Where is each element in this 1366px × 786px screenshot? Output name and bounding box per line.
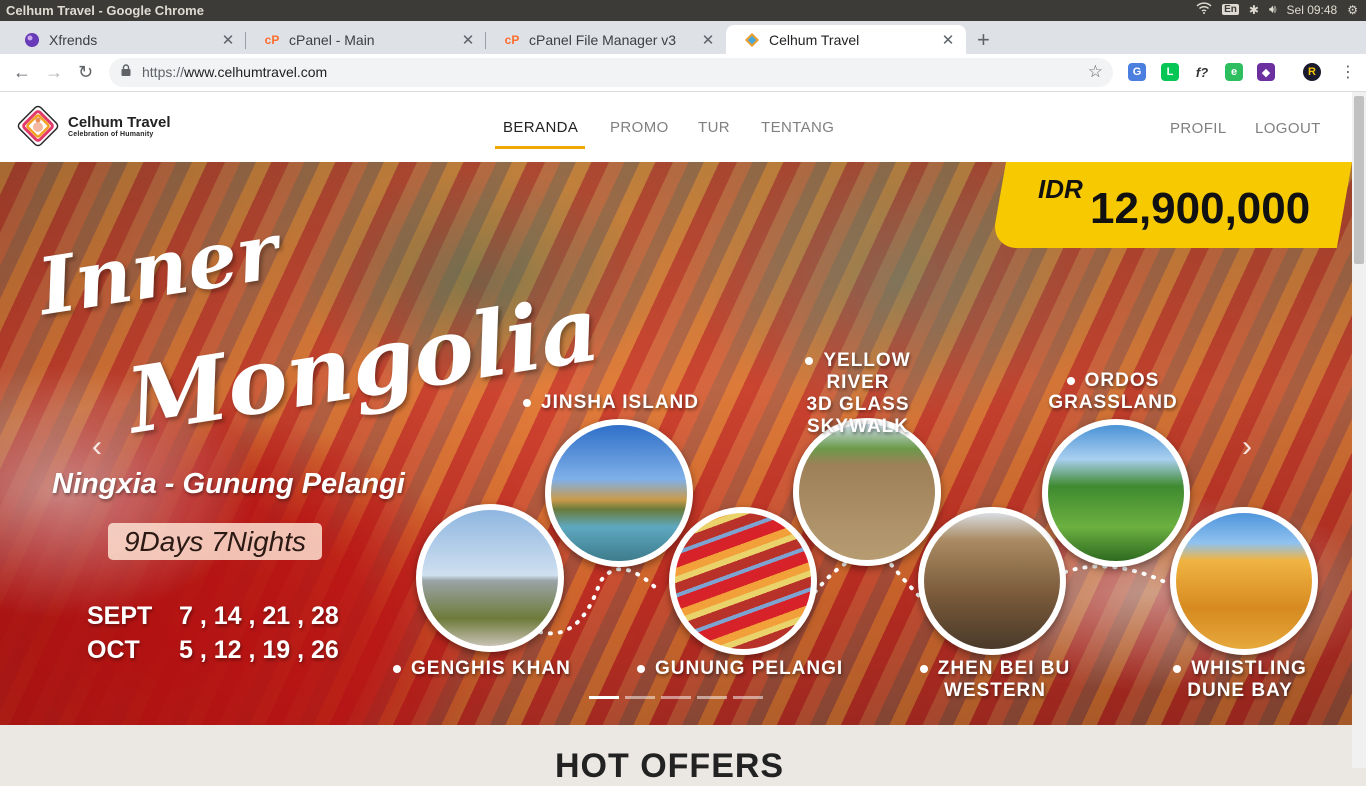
reload-icon[interactable]: ↻ [78,62,93,83]
destination-photo-zhen-bei-bu[interactable] [918,507,1066,655]
line-extension-icon[interactable]: L [1161,63,1179,81]
bullet-dot [637,664,645,673]
destination-name: GUNUNG PELANGI [655,658,844,679]
bullet-dot [393,664,401,673]
back-arrow-icon[interactable]: ← [13,62,31,83]
bookmark-star-icon[interactable]: ☆ [1088,62,1103,82]
browser-toolbar: ← → ↻ https://www.celhumtravel.com ☆ G L… [0,54,1366,92]
destination-photo-gunung-pelangi[interactable] [669,507,817,655]
bullet-dot [805,356,814,365]
tab-strip: Xfrends ✕ cP cPanel - Main ✕ cP cPanel F… [0,21,1366,54]
destination-label: ZHEN BEI BU WESTERN [905,658,1085,702]
destination-label: JINSHA ISLAND [523,392,699,414]
tab-xfrends[interactable]: Xfrends ✕ [6,25,246,54]
destination-name: GENGHIS KHAN [411,658,571,679]
close-tab-icon[interactable]: ✕ [220,31,236,49]
tab-celhum-travel[interactable]: Celhum Travel ✕ [726,25,966,54]
celhum-logo-icon [17,105,59,147]
destination-label: ORDOS GRASSLAND [1046,370,1180,414]
wifi-icon[interactable] [1196,2,1212,17]
site-header: Celhum Travel Celebration of Humanity BE… [0,92,1352,162]
nav-active-underline [495,146,585,149]
system-tray: En ✱ 🔊︎ Sel 09:48 ⚙ [1196,2,1358,17]
settings-gear-icon[interactable]: ⚙ [1347,3,1358,17]
tab-cpanel-file-manager[interactable]: cP cPanel File Manager v3 ✕ [486,25,726,54]
url-text[interactable]: https://www.celhumtravel.com [142,64,327,80]
page-scrollbar[interactable] [1352,92,1366,768]
destination-name: WHISTLING DUNE BAY [1187,658,1307,701]
volume-icon[interactable]: 🔊︎ [1269,2,1277,17]
destination-photo-ordos-grassland[interactable] [1042,419,1190,567]
nav-logout[interactable]: LOGOUT [1255,120,1321,137]
cpanel-favicon-icon: cP [264,32,280,47]
translate-extension-icon[interactable]: G [1128,63,1146,81]
url-scheme: https:// [142,64,185,80]
nav-tur[interactable]: TUR [698,119,730,136]
profile-avatar-icon[interactable]: R [1303,63,1321,81]
destination-photo-whistling-dune-bay[interactable] [1170,507,1318,655]
chrome-menu-icon[interactable]: ⋮ [1340,62,1356,82]
new-tab-plus-icon[interactable]: + [977,27,990,53]
nav-tentang[interactable]: TENTANG [761,119,834,136]
destination-name: ZHEN BEI BU WESTERN [937,658,1071,701]
hot-offers-section: HOT OFFERS [0,725,1352,785]
window-title: Celhum Travel - Google Chrome [6,3,204,18]
destination-name: ORDOS GRASSLAND [1048,370,1178,413]
section-heading: HOT OFFERS [555,747,785,785]
cpanel-favicon-icon: cP [504,32,520,47]
close-tab-icon[interactable]: ✕ [460,31,476,49]
carousel-indicator[interactable] [733,696,763,699]
carousel-indicator[interactable] [589,696,619,699]
nav-beranda[interactable]: BERANDA [503,119,578,136]
os-top-bar: Celhum Travel - Google Chrome En ✱ 🔊︎ Se… [0,0,1366,21]
keyboard-layout-indicator[interactable]: En [1222,4,1239,15]
bullet-dot [1066,376,1075,385]
close-tab-icon[interactable]: ✕ [940,31,956,49]
clock[interactable]: Sel 09:48 [1287,3,1338,17]
destination-label: GENGHIS KHAN [393,658,571,680]
scrollbar-thumb[interactable] [1354,96,1364,264]
brand-name: Celhum Travel [68,114,171,131]
hero-carousel: IDR 12,900,000 Inner Mongolia Ningxia - … [0,162,1352,725]
destination-name: JINSHA ISLAND [541,392,699,413]
tab-label: cPanel - Main [289,31,375,48]
bullet-dot [1173,664,1182,673]
tab-label: Xfrends [49,31,98,48]
tab-label: cPanel File Manager v3 [529,31,677,48]
destination-photo-genghis-khan[interactable] [416,504,564,652]
bullet-dot [919,664,928,673]
lock-icon[interactable] [121,64,131,76]
destination-label: YELLOW RIVER 3D GLASS SKYWALK [772,350,944,438]
destination-name: YELLOW RIVER 3D GLASS SKYWALK [806,350,911,437]
destination-photo-jinsha-island[interactable] [545,419,693,567]
font-extension-icon[interactable]: f? [1193,63,1211,81]
carousel-prev-chevron-icon[interactable]: ‹ [92,430,102,464]
cube-extension-icon[interactable]: ◆ [1257,63,1275,81]
bluetooth-icon[interactable]: ✱ [1249,3,1259,17]
destination-label: WHISTLING DUNE BAY [1160,658,1320,702]
carousel-indicator[interactable] [697,696,727,699]
nav-promo[interactable]: PROMO [610,119,669,136]
bullet-dot [523,398,531,407]
tab-label: Celhum Travel [769,31,860,48]
carousel-indicator[interactable] [661,696,691,699]
celhum-favicon-icon [744,32,760,48]
xfrends-favicon-icon [24,32,40,48]
close-tab-icon[interactable]: ✕ [700,31,716,49]
url-host: www.celhumtravel.com [184,64,328,80]
carousel-indicators [589,696,763,699]
site-logo[interactable]: Celhum Travel Celebration of Humanity [16,104,171,148]
tab-cpanel-main[interactable]: cP cPanel - Main ✕ [246,25,486,54]
brand-tagline: Celebration of Humanity [68,131,154,138]
destination-photo-yellow-river[interactable] [793,418,941,566]
forward-arrow-icon[interactable]: → [45,62,63,83]
carousel-next-chevron-icon[interactable]: › [1242,430,1252,464]
nav-profil[interactable]: PROFIL [1170,120,1227,137]
destination-label: GUNUNG PELANGI [637,658,843,680]
evernote-extension-icon[interactable]: e [1225,63,1243,81]
carousel-indicator[interactable] [625,696,655,699]
address-bar[interactable]: https://www.celhumtravel.com ☆ [109,58,1113,87]
